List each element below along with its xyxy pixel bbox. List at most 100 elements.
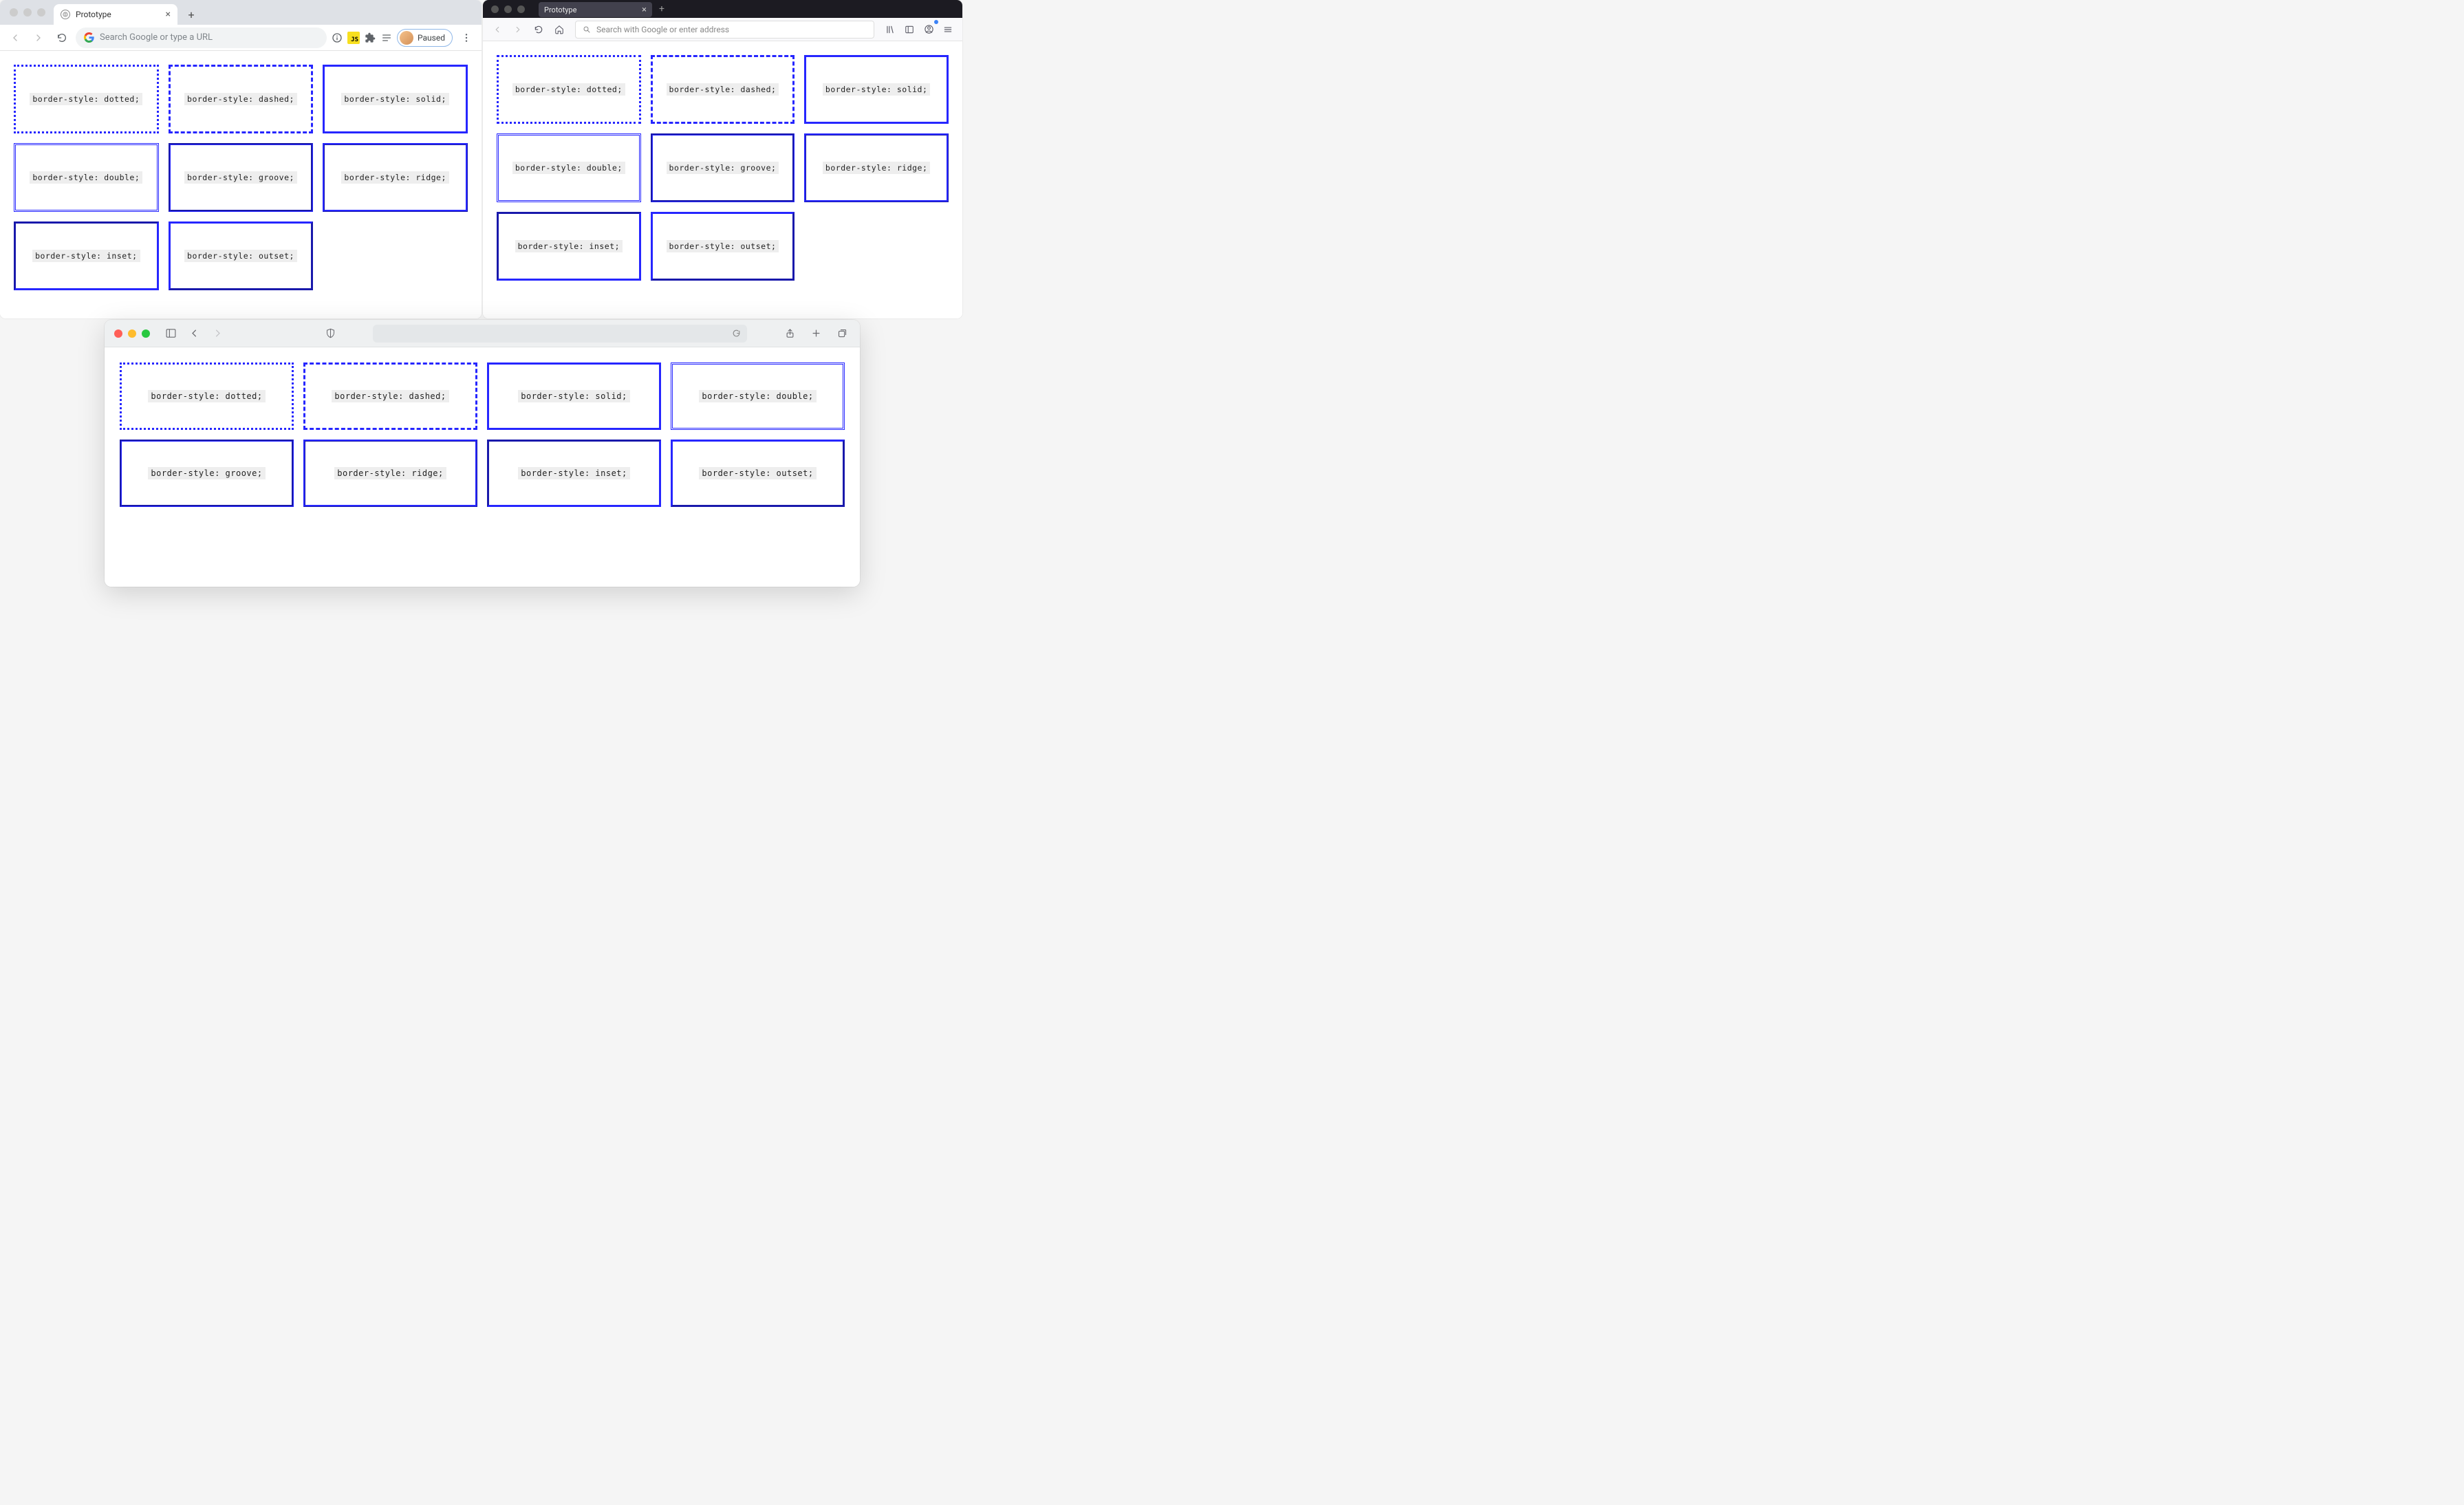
shield-icon[interactable] — [322, 325, 338, 342]
new-tab-button[interactable]: + — [182, 5, 201, 24]
border-demo-grid: border-style: dotted; border-style: dash… — [483, 41, 962, 294]
omnibox-placeholder: Search with Google or enter address — [596, 25, 729, 34]
demo-box-ridge: border-style: ridge; — [804, 133, 949, 202]
demo-box-double: border-style: double; — [497, 133, 641, 202]
maximize-window-button[interactable] — [517, 6, 525, 13]
code-label: border-style: double; — [699, 390, 816, 402]
demo-box-outset: border-style: outset; — [651, 212, 795, 281]
reload-button[interactable] — [52, 28, 72, 47]
demo-box-solid: border-style: solid; — [323, 65, 468, 133]
sidebar-icon[interactable] — [900, 21, 918, 39]
share-icon[interactable] — [781, 325, 798, 342]
forward-button[interactable] — [29, 28, 48, 47]
safari-browser-window: border-style: dotted; border-style: dash… — [105, 320, 860, 587]
border-demo-grid: border-style: dotted; border-style: dash… — [0, 51, 482, 304]
code-label: border-style: inset; — [518, 467, 630, 479]
code-label: border-style: double; — [512, 162, 625, 174]
code-label: border-style: dashed; — [332, 390, 449, 402]
demo-box-ridge: border-style: ridge; — [323, 143, 468, 212]
home-button[interactable] — [550, 21, 568, 39]
demo-box-solid: border-style: solid; — [804, 55, 949, 124]
demo-box-groove: border-style: groove; — [651, 133, 795, 202]
demo-box-dashed: border-style: dashed; — [169, 65, 314, 133]
firefox-viewport: border-style: dotted; border-style: dash… — [483, 41, 962, 318]
firefox-toolbar: Search with Google or enter address — [483, 18, 962, 41]
close-tab-icon[interactable]: × — [166, 9, 171, 20]
close-window-button[interactable] — [10, 8, 18, 17]
js-extension-icon[interactable]: JS — [347, 32, 360, 44]
demo-box-outset: border-style: outset; — [671, 440, 845, 507]
close-window-button[interactable] — [491, 6, 499, 13]
reload-button[interactable] — [530, 21, 548, 39]
demo-box-groove: border-style: groove; — [120, 440, 294, 507]
extensions-icon[interactable] — [364, 32, 376, 44]
more-menu-button[interactable] — [457, 28, 476, 47]
new-tab-button[interactable]: + — [652, 3, 671, 14]
reload-icon[interactable] — [731, 328, 742, 339]
firefox-browser-window: Prototype × + Search with Google or ente… — [483, 0, 962, 318]
demo-box-dotted: border-style: dotted; — [14, 65, 159, 133]
demo-box-dashed: border-style: dashed; — [303, 362, 477, 430]
window-controls — [6, 0, 54, 25]
demo-box-dotted: border-style: dotted; — [120, 362, 294, 430]
firefox-tab-strip: Prototype × + — [483, 0, 962, 18]
hamburger-menu-button[interactable] — [939, 21, 957, 39]
new-tab-icon[interactable] — [808, 325, 824, 342]
demo-box-dashed: border-style: dashed; — [651, 55, 795, 124]
chrome-browser-window: Prototype × + Search Google or type a UR… — [0, 0, 482, 318]
code-label: border-style: dashed; — [184, 93, 297, 105]
back-button[interactable] — [6, 28, 25, 47]
library-icon[interactable] — [881, 21, 899, 39]
maximize-window-button[interactable] — [37, 8, 45, 17]
code-label: border-style: inset; — [32, 250, 140, 262]
reading-list-icon[interactable] — [380, 32, 393, 44]
demo-box-ridge: border-style: ridge; — [303, 440, 477, 507]
code-label: border-style: ridge; — [334, 467, 446, 479]
forward-button[interactable] — [209, 325, 226, 342]
minimize-window-button[interactable] — [504, 6, 512, 13]
demo-box-double: border-style: double; — [671, 362, 845, 430]
demo-box-groove: border-style: groove; — [169, 143, 314, 212]
tabs-overview-icon[interactable] — [834, 325, 850, 342]
address-bar[interactable]: Search with Google or enter address — [575, 21, 874, 39]
code-label: border-style: solid; — [518, 390, 630, 402]
safari-toolbar — [105, 320, 860, 347]
code-label: border-style: dotted; — [148, 390, 265, 402]
browser-tab[interactable]: Prototype × — [539, 2, 652, 17]
close-tab-icon[interactable]: × — [642, 5, 647, 15]
demo-box-dotted: border-style: dotted; — [497, 55, 641, 124]
maximize-window-button[interactable] — [142, 329, 150, 338]
account-icon[interactable] — [920, 21, 938, 39]
back-button[interactable] — [186, 325, 202, 342]
tab-title: Prototype — [544, 6, 576, 14]
code-label: border-style: groove; — [184, 171, 297, 184]
code-label: border-style: outset; — [699, 467, 816, 479]
demo-box-outset: border-style: outset; — [169, 221, 314, 290]
demo-box-inset: border-style: inset; — [14, 221, 159, 290]
code-label: border-style: solid; — [341, 93, 449, 105]
close-window-button[interactable] — [114, 329, 122, 338]
minimize-window-button[interactable] — [128, 329, 136, 338]
profile-paused-pill[interactable]: Paused — [397, 29, 453, 47]
chrome-viewport: border-style: dotted; border-style: dash… — [0, 51, 482, 318]
safari-viewport: border-style: dotted; border-style: dash… — [105, 347, 860, 587]
minimize-window-button[interactable] — [23, 8, 32, 17]
back-button[interactable] — [488, 21, 506, 39]
paused-label: Paused — [418, 33, 445, 43]
tab-title: Prototype — [76, 10, 111, 19]
demo-box-inset: border-style: inset; — [497, 212, 641, 281]
chrome-tab-strip: Prototype × + — [0, 0, 482, 25]
forward-button[interactable] — [509, 21, 527, 39]
browser-tab[interactable]: Prototype × — [54, 4, 177, 25]
chrome-toolbar: Search Google or type a URL JS Paused — [0, 25, 482, 51]
code-label: border-style: outset; — [667, 240, 779, 252]
code-label: border-style: dashed; — [667, 83, 779, 96]
info-icon[interactable] — [331, 32, 343, 44]
code-label: border-style: double; — [30, 171, 142, 184]
address-bar[interactable]: Search Google or type a URL — [76, 28, 327, 48]
globe-icon — [61, 10, 70, 19]
border-demo-grid: border-style: dotted; border-style: dash… — [105, 347, 860, 522]
address-bar[interactable] — [373, 325, 747, 343]
sidebar-toggle-icon[interactable] — [162, 325, 179, 342]
code-label: border-style: outset; — [184, 250, 297, 262]
